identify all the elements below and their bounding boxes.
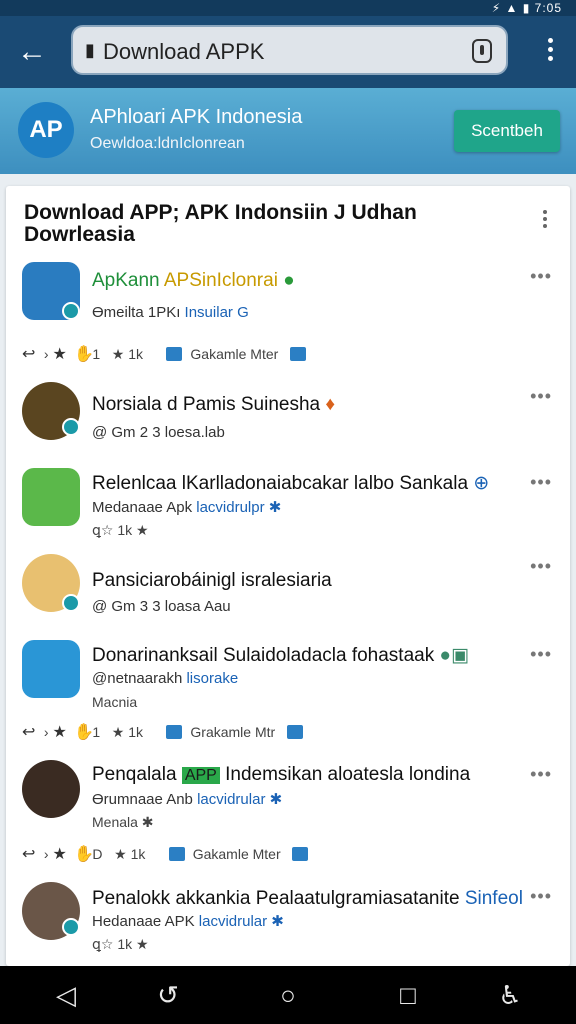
status-icons: ⚡ ▲ ▮ 7:05 [491, 1, 562, 15]
lock-icon: ▮ [85, 40, 95, 60]
item-tag-suffix: ✱ [268, 499, 282, 516]
item-name: Donarinanksail Sulaidoladacla fohastaak [92, 645, 435, 666]
item-name-highlight: APP [181, 767, 220, 784]
item-meta: ↩ › ★ ✋1 ★ 1k Grakamle Mtr [22, 722, 311, 742]
like-icon[interactable]: ✋ [74, 844, 94, 864]
item-name: Penalokk akkankia Pealaatulgramiasatanit… [92, 888, 460, 909]
card-title: Download APP; APK Indonsiin J Udhan Dowr… [24, 201, 417, 246]
nav-back-icon[interactable]: ◁ [48, 980, 84, 1010]
more-icon[interactable]: ••• [530, 266, 552, 287]
item-sub: @netnaarakh [92, 670, 183, 687]
item-meta: ↩ › ★ ✋D ★ 1k Gakamle Mter [22, 844, 316, 864]
link-icon: ⊕ [473, 473, 490, 494]
item-name: Pansiciarobáinigl isralesiaria [92, 570, 332, 591]
top-app-bar: ← ▮ Download APPK [0, 16, 576, 88]
item-name-highlight: APSinIclonrai [163, 270, 278, 291]
item-extra: ꝗ☆ 1k ★ [92, 936, 149, 952]
avatar [22, 760, 80, 818]
item-sub: Өmeilta 1PKı [92, 304, 181, 321]
item-extra: ꝗ☆ 1k ★ [92, 522, 149, 538]
banner-title: APhloari APK Indonesia [90, 106, 303, 128]
more-icon[interactable]: ••• [530, 764, 552, 785]
more-icon[interactable]: ••• [530, 556, 552, 577]
share-icon[interactable]: ↩ [22, 844, 40, 864]
overflow-menu-icon[interactable] [546, 38, 554, 66]
verified-icon [62, 918, 80, 936]
download-app-icon [22, 468, 80, 526]
site-banner: AP APhloari APK Indonesia Oewldoa:ldnIcl… [0, 88, 576, 174]
item-tag[interactable]: lacvidrulpr [196, 499, 264, 516]
item-name-tail[interactable]: Sinfeol [465, 888, 523, 909]
more-icon[interactable]: ••• [530, 386, 552, 407]
verified-icon [62, 302, 80, 320]
item-extra: Menala ✱ [92, 814, 154, 830]
item-tag-suffix: G [237, 304, 249, 321]
check-icon: ● [283, 270, 295, 291]
verified-icon [62, 594, 80, 612]
back-arrow-icon[interactable]: ← [14, 34, 50, 70]
item-sub: Medanaae Apk [92, 499, 193, 516]
item-tag[interactable]: lisorake [186, 670, 238, 687]
banner-subtitle: Oewldoa:ldnIclonrean [90, 135, 245, 152]
star-icon[interactable]: ★ [52, 844, 70, 864]
search-query[interactable]: Download APPK [103, 39, 264, 65]
app-icon [22, 640, 80, 698]
card-menu-icon[interactable] [542, 210, 548, 231]
item-sub: Өrumnaae Anb [92, 791, 193, 808]
store-icon [166, 347, 183, 361]
status-bar: ⚡ ▲ ▮ 7:05 [0, 0, 576, 16]
site-logo: AP [18, 102, 74, 158]
nav-home-icon[interactable]: ○ [270, 980, 306, 1010]
item-sub: @ Gm 3 3 loasa Aau [92, 598, 231, 615]
search-input[interactable]: ▮ Download APPK [71, 25, 508, 75]
badge-icon: ●▣ [439, 645, 469, 666]
store-icon [166, 725, 183, 739]
more-icon[interactable]: ••• [530, 886, 552, 907]
results-card: Download APP; APK Indonsiin J Udhan Dowr… [6, 186, 570, 966]
download-icon[interactable] [289, 347, 306, 361]
share-icon[interactable]: ↩ [22, 722, 40, 742]
nav-accessibility-icon[interactable]: ♿ [492, 980, 528, 1010]
item-sub: Hedanaae APK [92, 913, 195, 930]
like-icon[interactable]: ✋ [74, 722, 94, 742]
item-tag-suffix: ✱ [269, 791, 283, 808]
item-name: Penqalala [92, 764, 177, 785]
more-icon[interactable]: ••• [530, 644, 552, 665]
download-icon[interactable] [286, 725, 303, 739]
fire-icon: ♦ [325, 394, 336, 415]
item-name: Norsiala d Pamis Suinesha [92, 394, 321, 415]
item-tag-suffix: ✱ [271, 913, 284, 930]
star-icon[interactable]: ★ [52, 722, 70, 742]
search-button[interactable]: Scentbeh [454, 110, 560, 152]
item-tag[interactable]: lacvidrular [197, 791, 265, 808]
item-name: ApKann [92, 270, 160, 291]
more-icon[interactable]: ••• [530, 472, 552, 493]
system-nav-bar: ◁ ↺ ○ □ ♿ [0, 966, 576, 1024]
item-sub: @ Gm 2 3 loesa.lab [92, 424, 225, 441]
star-icon[interactable]: ★ [52, 344, 70, 364]
like-icon[interactable]: ✋ [74, 344, 94, 364]
store-icon [168, 847, 185, 861]
item-tag[interactable]: lacvidrular [199, 913, 267, 930]
item-extra: Macnia [92, 694, 138, 710]
clipboard-icon[interactable] [472, 39, 492, 63]
item-tag[interactable]: Insuilar [185, 304, 233, 321]
item-name: Relenlcaa lKarlladonaiabcakar lalbo Sank… [92, 473, 469, 494]
item-meta: ↩ › ★ ✋1 ★ 1k Gakamle Mter [22, 344, 314, 364]
share-icon[interactable]: ↩ [22, 344, 40, 364]
verified-icon [62, 418, 80, 436]
item-name-suffix: Indemsikan aloatesla londina [225, 764, 471, 785]
nav-recents-icon[interactable]: □ [390, 980, 426, 1010]
nav-assistant-icon[interactable]: ↺ [150, 980, 186, 1010]
download-icon[interactable] [292, 847, 309, 861]
